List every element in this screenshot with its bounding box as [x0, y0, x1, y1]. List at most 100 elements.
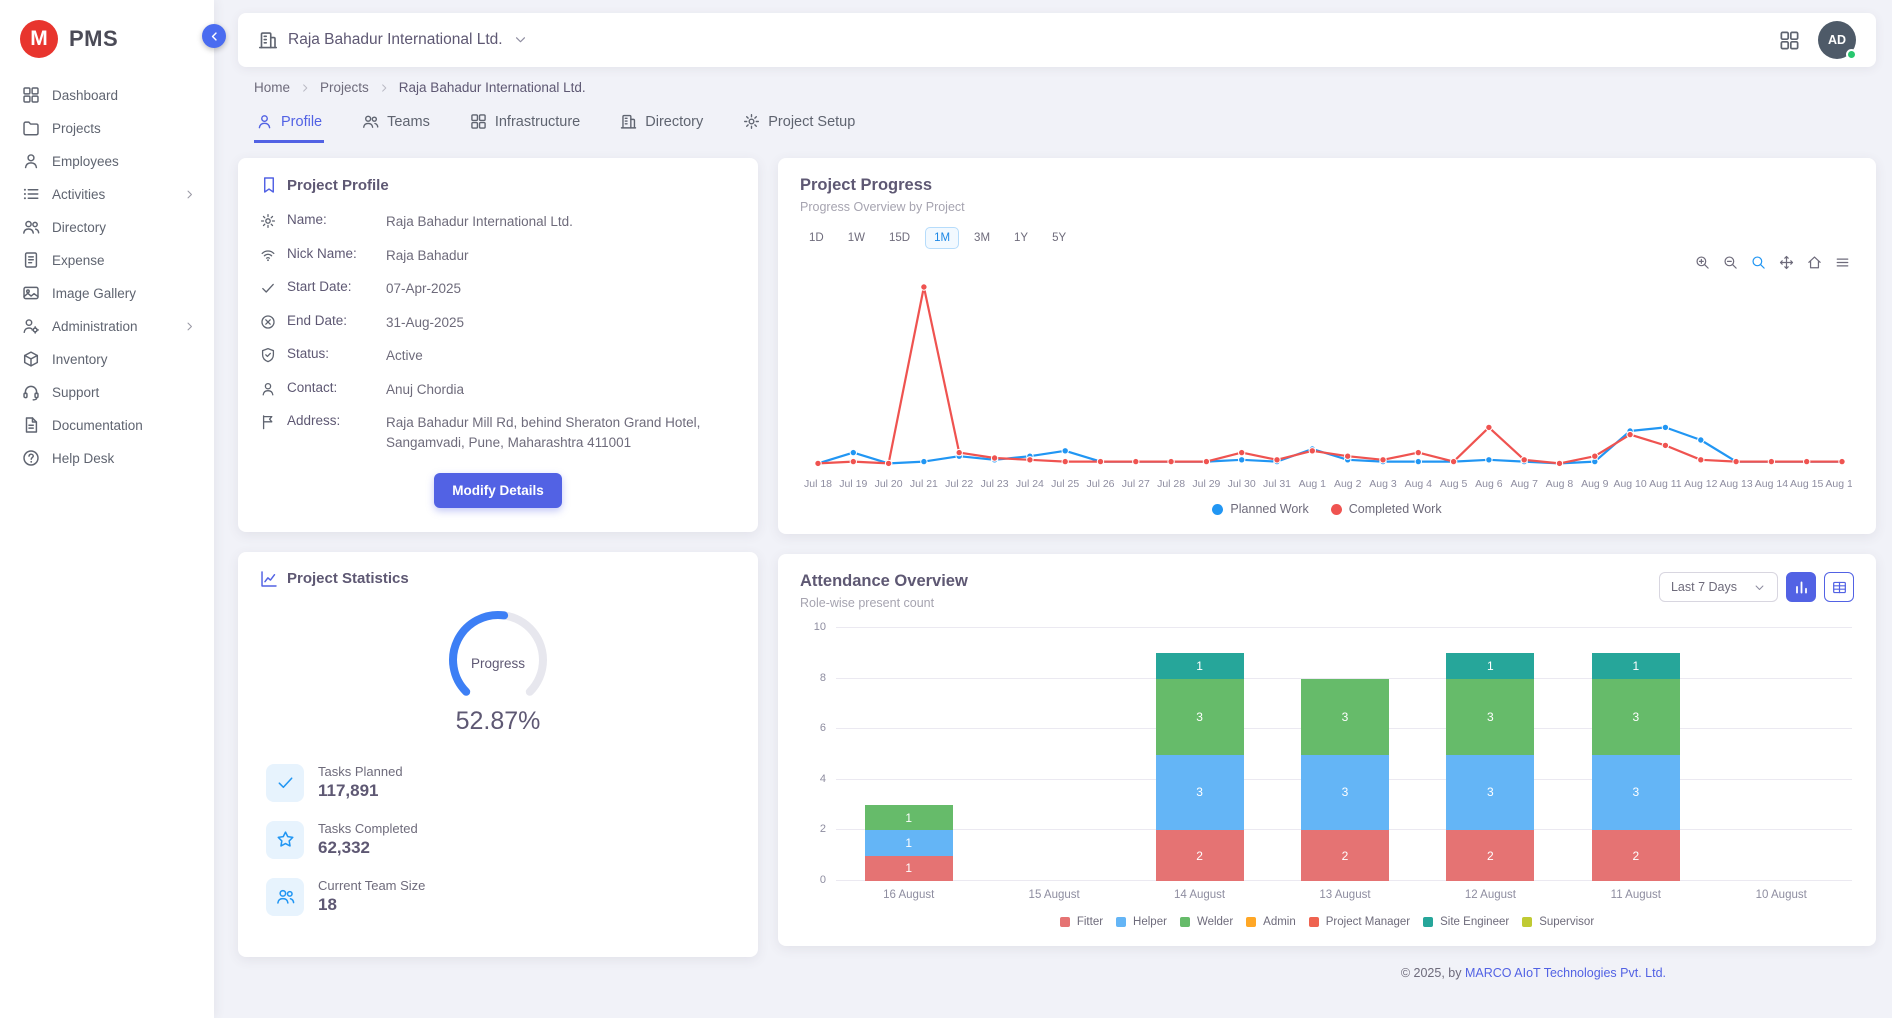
sidebar-item-directory[interactable]: Directory [0, 211, 214, 243]
stat-label: Tasks Planned [318, 764, 403, 779]
breadcrumb-item-home[interactable]: Home [254, 80, 290, 95]
zoom-out-tool[interactable] [1723, 255, 1738, 270]
legend-project-manager[interactable]: Project Manager [1309, 916, 1410, 928]
range-3m[interactable]: 3M [965, 227, 999, 249]
breadcrumb-item-projects[interactable]: Projects [320, 80, 369, 95]
sidebar-item-dashboard[interactable]: Dashboard [0, 79, 214, 111]
legend-swatch [1309, 917, 1319, 927]
sidebar-item-documentation[interactable]: Documentation [0, 409, 214, 441]
range-15d[interactable]: 15D [880, 227, 919, 249]
tab-teams[interactable]: Teams [360, 105, 432, 143]
bar-segment-helper[interactable]: 3 [1592, 755, 1680, 831]
bar-segment-welder[interactable]: 3 [1446, 679, 1534, 755]
profile-field-start-date: Start Date:07-Apr-2025 [260, 279, 736, 299]
bar-view-toggle[interactable] [1786, 572, 1816, 602]
tab-infrastructure[interactable]: Infrastructure [468, 105, 582, 143]
bar-segment-helper[interactable]: 3 [1301, 755, 1389, 831]
svg-text:Jul 28: Jul 28 [1157, 478, 1185, 490]
footer-company-link[interactable]: MARCO AIoT Technologies Pvt. Ltd. [1465, 966, 1666, 980]
bar-segment-welder[interactable]: 3 [1301, 679, 1389, 755]
logo: M [20, 20, 58, 58]
bar-segment-fitter[interactable]: 1 [865, 856, 953, 881]
time-range-selector: 1D 1W 15D 1M 3M 1Y 5Y [800, 227, 1854, 249]
project-statistics-title-row: Project Statistics [260, 570, 736, 588]
stat-tasks-completed: Tasks Completed62,332 [266, 821, 730, 859]
bar-segment-helper[interactable]: 3 [1156, 755, 1244, 831]
tab-profile[interactable]: Profile [254, 105, 324, 143]
legend-swatch [1246, 917, 1256, 927]
legend-supervisor[interactable]: Supervisor [1522, 916, 1594, 928]
sidebar-collapse-button[interactable] [202, 24, 226, 48]
svg-text:Aug 8: Aug 8 [1546, 478, 1574, 490]
svg-text:Aug 16: Aug 16 [1825, 478, 1852, 490]
legend-site-engineer[interactable]: Site Engineer [1423, 916, 1509, 928]
sidebar-item-help-desk[interactable]: Help Desk [0, 442, 214, 474]
shortcuts-button[interactable] [1779, 30, 1800, 51]
bar-segment-fitter[interactable]: 2 [1301, 830, 1389, 881]
svg-text:Aug 3: Aug 3 [1369, 478, 1397, 490]
legend-admin[interactable]: Admin [1246, 916, 1296, 928]
pan-tool[interactable] [1779, 255, 1794, 270]
sidebar-item-projects[interactable]: Projects [0, 112, 214, 144]
date-range-select[interactable]: Last 7 Days [1659, 572, 1778, 602]
tab-project-setup[interactable]: Project Setup [741, 105, 857, 143]
sidebar-item-expense[interactable]: Expense [0, 244, 214, 276]
selection-zoom-tool[interactable] [1751, 255, 1766, 270]
modify-details-button[interactable]: Modify Details [434, 473, 562, 508]
zoom-in-tool[interactable] [1695, 255, 1710, 270]
chevron-down-icon [1753, 581, 1766, 594]
tab-directory[interactable]: Directory [618, 105, 705, 143]
range-5y[interactable]: 5Y [1043, 227, 1075, 249]
reset-zoom-tool[interactable] [1807, 255, 1822, 270]
legend-swatch [1212, 504, 1223, 515]
legend-helper[interactable]: Helper [1116, 916, 1167, 928]
sidebar-item-label: Documentation [52, 418, 143, 433]
table-view-toggle[interactable] [1824, 572, 1854, 602]
legend-completed-work[interactable]: Completed Work [1331, 502, 1442, 516]
company-selector[interactable]: Raja Bahadur International Ltd. [258, 30, 528, 50]
range-1y[interactable]: 1Y [1005, 227, 1037, 249]
user-avatar[interactable]: AD [1818, 21, 1856, 59]
sidebar-item-employees[interactable]: Employees [0, 145, 214, 177]
profile-fields: Name:Raja Bahadur International Ltd.Nick… [260, 212, 736, 453]
online-status-dot [1846, 49, 1857, 60]
range-1m[interactable]: 1M [925, 227, 959, 249]
bar-segment-fitter[interactable]: 2 [1156, 830, 1244, 881]
sidebar-item-activities[interactable]: Activities [0, 178, 214, 210]
bar-segment-fitter[interactable]: 2 [1592, 830, 1680, 881]
bar-segment-fitter[interactable]: 2 [1446, 830, 1534, 881]
legend-swatch [1331, 504, 1342, 515]
bar-segment-helper[interactable]: 1 [865, 830, 953, 855]
bar-chart-icon [1794, 580, 1809, 595]
legend-label: Admin [1263, 916, 1296, 928]
sidebar-item-image-gallery[interactable]: Image Gallery [0, 277, 214, 309]
chevron-right-icon [378, 82, 390, 94]
bar-segment-welder[interactable]: 3 [1156, 679, 1244, 755]
bar-segment-site-engineer[interactable]: 1 [1446, 653, 1534, 678]
sidebar-item-administration[interactable]: Administration [0, 310, 214, 342]
sidebar-item-support[interactable]: Support [0, 376, 214, 408]
sidebar-nav: DashboardProjectsEmployeesActivitiesDire… [0, 79, 214, 474]
legend-planned-work[interactable]: Planned Work [1212, 502, 1308, 516]
bar-segment-welder[interactable]: 3 [1592, 679, 1680, 755]
legend-label: Project Manager [1326, 916, 1410, 928]
tab-label: Infrastructure [495, 114, 580, 130]
magnifier-icon [1751, 255, 1766, 270]
profile-field-contact: Contact:Anuj Chordia [260, 380, 736, 400]
attendance-title: Attendance Overview [800, 572, 968, 591]
chart-menu-tool[interactable] [1835, 255, 1850, 270]
sidebar-item-inventory[interactable]: Inventory [0, 343, 214, 375]
bar-segment-site-engineer[interactable]: 1 [1592, 653, 1680, 678]
bar-segment-welder[interactable]: 1 [865, 805, 953, 830]
topbar-right: AD [1779, 21, 1856, 59]
project-progress-line-chart[interactable]: Jul 18Jul 19Jul 20Jul 21Jul 22Jul 23Jul … [800, 253, 1852, 495]
bar-segment-site-engineer[interactable]: 1 [1156, 653, 1244, 678]
legend-welder[interactable]: Welder [1180, 916, 1233, 928]
x-axis-label: 15 August [981, 889, 1126, 901]
field-value: Raja Bahadur Mill Rd, behind Sheraton Gr… [386, 413, 736, 452]
range-1w[interactable]: 1W [839, 227, 874, 249]
range-1d[interactable]: 1D [800, 227, 833, 249]
legend-fitter[interactable]: Fitter [1060, 916, 1103, 928]
profile-field-end-date: End Date:31-Aug-2025 [260, 313, 736, 333]
bar-segment-helper[interactable]: 3 [1446, 755, 1534, 831]
